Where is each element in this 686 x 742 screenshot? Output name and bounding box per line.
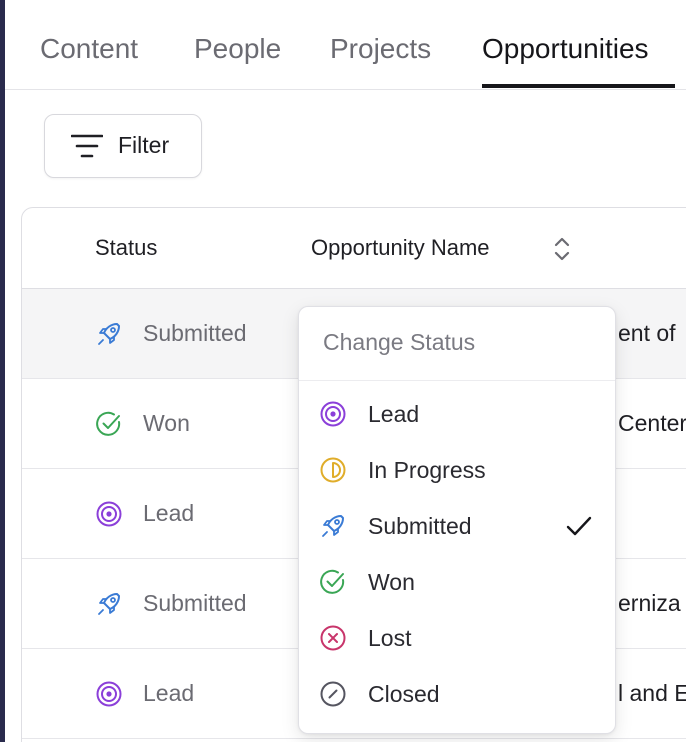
rocket-icon [98,323,120,345]
column-header-status[interactable]: Status [95,235,157,261]
change-status-menu: Change Status Lead In Progress Submitted… [298,306,616,734]
menu-item-won[interactable]: Won [299,554,615,610]
filter-label: Filter [118,132,170,158]
menu-item-submitted[interactable]: Submitted [299,498,615,554]
half-circle-icon [320,457,346,483]
target-icon [96,681,122,707]
check-circle-icon [96,411,121,436]
menu-item-label: Closed [368,681,440,707]
target-icon [96,501,122,527]
rocket-icon [98,593,120,615]
opportunity-name[interactable]: l and E [618,680,686,707]
menu-item-lead[interactable]: Lead [299,386,615,442]
tab-content[interactable]: Content [40,33,138,65]
tab-people[interactable]: People [194,33,281,65]
checkmark-icon [566,516,592,536]
status-text[interactable]: Submitted [143,590,247,617]
status-text[interactable]: Submitted [143,320,247,347]
status-text[interactable]: Lead [143,500,194,527]
menu-item-label: Lost [368,625,412,651]
opportunity-name[interactable]: Center [618,410,686,437]
sort-icon[interactable] [552,235,572,263]
menu-item-in-progress[interactable]: In Progress [299,442,615,498]
menu-item-label: Lead [368,401,420,427]
menu-item-closed[interactable]: Closed [299,666,615,722]
menu-header: Change Status [299,307,615,381]
tab-bar: Content People Projects Opportunities [5,0,686,90]
check-circle-icon [320,569,345,594]
target-icon [320,401,346,427]
rocket-icon [322,515,344,537]
filter-icon [71,134,103,158]
opportunities-page: Content People Projects Opportunities Fi… [0,0,686,742]
left-rail [0,0,5,742]
menu-item-label: In Progress [368,457,486,483]
menu-item-lost[interactable]: Lost [299,610,615,666]
slash-circle-icon [320,681,346,707]
menu-item-label: Won [368,569,415,595]
opportunity-name[interactable]: erniza [618,590,681,617]
status-text[interactable]: Won [143,410,190,437]
active-tab-indicator [482,84,675,88]
filter-button[interactable]: Filter [44,114,202,178]
tab-projects[interactable]: Projects [330,33,431,65]
tab-opportunities[interactable]: Opportunities [482,33,649,65]
column-header-opportunity-name[interactable]: Opportunity Name [311,235,490,261]
table-header: Status Opportunity Name [22,208,686,289]
x-circle-icon [320,625,346,651]
status-text[interactable]: Lead [143,680,194,707]
menu-item-label: Submitted [368,513,472,539]
opportunity-name[interactable]: ent of [618,320,676,347]
menu-title: Change Status [323,329,476,355]
